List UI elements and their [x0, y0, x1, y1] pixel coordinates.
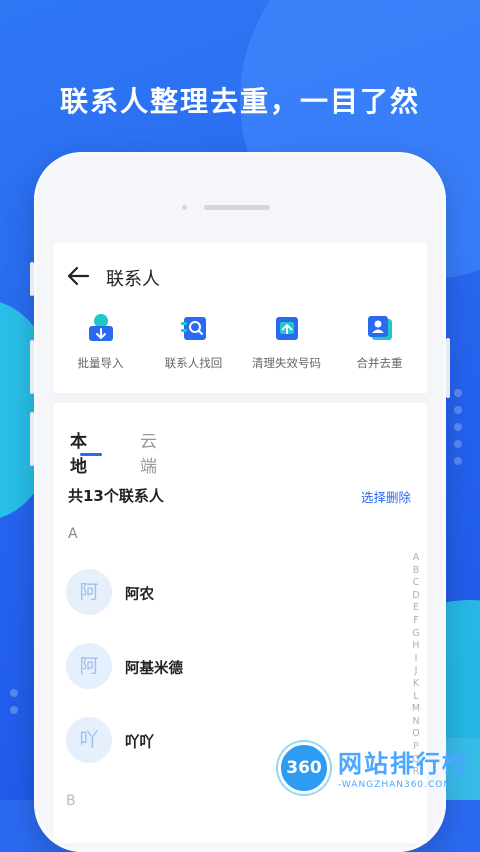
index-letter[interactable]: K [410, 678, 422, 691]
section-divider [54, 393, 427, 403]
contact-name: 阿基米德 [125, 661, 183, 677]
merge-icon [365, 313, 395, 343]
contact-row[interactable]: 阿 阿农 [66, 569, 406, 619]
site-watermark: 360 网站排行榜 -WANGZHAN360.COM- [270, 738, 480, 800]
clean-number-icon [272, 313, 302, 343]
tab-local[interactable]: 本地 [70, 427, 87, 477]
index-letter[interactable]: M [410, 703, 422, 716]
index-letter[interactable]: C [410, 577, 422, 590]
action-label: 合并去重 [356, 356, 403, 370]
camera [182, 205, 187, 210]
index-letter[interactable]: G [410, 628, 422, 641]
phone-side-button [30, 340, 34, 394]
index-letter[interactable]: J [410, 665, 422, 678]
avatar: 吖 [66, 717, 112, 763]
clean-invalid-numbers-button[interactable]: 清理失效号码 [240, 311, 333, 389]
index-letter[interactable]: D [410, 590, 422, 603]
action-label: 联系人找回 [164, 356, 223, 370]
batch-import-button[interactable]: 批量导入 [54, 311, 147, 389]
contact-search-icon [179, 313, 209, 343]
action-bar: 批量导入 联系人找回 清理失效号码 合并去重 [54, 311, 427, 389]
contact-recovery-button[interactable]: 联系人找回 [147, 311, 240, 389]
action-label: 清理失效号码 [252, 356, 321, 370]
phone-side-button [30, 262, 34, 296]
decorative-dots [450, 380, 474, 474]
top-bar: 联系人 [54, 243, 427, 309]
index-letter[interactable]: N [410, 716, 422, 729]
tab-cloud[interactable]: 云端 [140, 427, 157, 477]
index-letter[interactable]: E [410, 602, 422, 615]
index-letter[interactable]: B [410, 565, 422, 578]
contact-row[interactable]: 阿 阿基米德 [66, 643, 406, 693]
import-icon [86, 313, 116, 343]
index-letter[interactable]: I [410, 653, 422, 666]
select-delete-link[interactable]: 选择删除 [361, 487, 411, 506]
action-label: 批量导入 [77, 356, 124, 370]
speaker [204, 205, 270, 210]
watermark-text: 网站排行榜 [338, 750, 468, 778]
index-letter[interactable]: A [410, 552, 422, 565]
headline: 联系人整理去重，一目了然 [59, 85, 420, 118]
watermark-badge: 360 [278, 742, 330, 794]
contact-name: 吖吖 [125, 735, 154, 751]
phone-side-button [446, 338, 450, 398]
index-letter[interactable]: L [410, 691, 422, 704]
avatar: 阿 [66, 643, 112, 689]
phone-side-button [30, 412, 34, 466]
contact-count: 共13个联系人 [68, 487, 164, 505]
section-header: B [66, 793, 76, 809]
decorative-dots [6, 680, 22, 723]
back-arrow-icon[interactable] [66, 265, 90, 287]
index-letter[interactable]: H [410, 640, 422, 653]
avatar: 阿 [66, 569, 112, 615]
index-letter[interactable]: F [410, 615, 422, 628]
contact-name: 阿农 [125, 587, 154, 603]
active-tab-indicator [80, 453, 102, 456]
section-header: A [68, 526, 78, 542]
watermark-subtext: -WANGZHAN360.COM- [338, 780, 457, 790]
page-title: 联系人 [106, 269, 160, 290]
merge-dedupe-button[interactable]: 合并去重 [333, 311, 426, 389]
